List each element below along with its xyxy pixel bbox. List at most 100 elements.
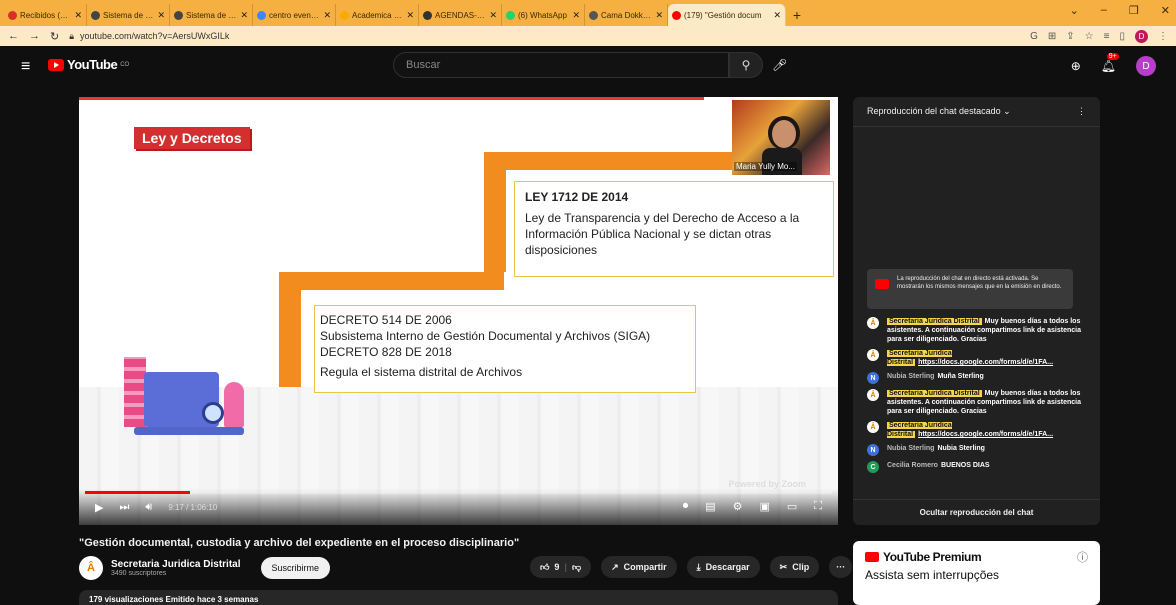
microphone-icon[interactable]: 🎤︎ (772, 58, 787, 72)
player-controls: Powered by Zoom ▶ ⏭︎ 🔊︎ 9:17 / 1:06:10 ⏺… (79, 479, 838, 525)
install-icon[interactable]: ⊞ (1048, 31, 1056, 42)
chat-author: Secretaria Juridica Distrital (887, 318, 982, 325)
volume-icon[interactable]: 🔊︎ (145, 501, 152, 514)
window-controls: ⌄ – ❐ ✕ (1070, 4, 1170, 17)
reading-list-icon[interactable]: ≡ (1104, 31, 1110, 42)
browser-tab[interactable]: Sistema de Gestión D✕ (87, 4, 170, 26)
chevron-down-icon[interactable]: ⌄ (1070, 4, 1079, 17)
miniplayer-icon[interactable]: ▣ (759, 500, 769, 513)
bookmark-star-icon[interactable]: ☆ (1085, 31, 1094, 42)
clip-button[interactable]: ✂︎ Clip (769, 556, 820, 578)
kebab-menu-icon[interactable]: ⋮ (1158, 31, 1168, 42)
chat-message: C Cecilia Romero BUENOS DIAS (867, 461, 1087, 473)
share-label: Compartir (623, 562, 667, 572)
user-avatar[interactable]: D (1136, 56, 1156, 76)
chat-message: Â Secretaria Juridica Distrital https://do… (867, 349, 1087, 367)
forward-icon[interactable]: → (29, 30, 40, 42)
fullscreen-icon[interactable]: ⛶ (814, 500, 822, 513)
hamburger-menu-icon[interactable]: ≡ (21, 58, 30, 76)
share-icon[interactable]: ⇪ (1066, 31, 1074, 42)
hide-chat-button[interactable]: Ocultar reproducción del chat (853, 499, 1100, 525)
search-input[interactable]: Buscar (393, 52, 729, 78)
video-player[interactable]: Ley y Decretos LEY 1712 DE 2014 Ley de T… (79, 97, 838, 525)
progress-bar[interactable] (85, 491, 832, 494)
chat-text: Nubia Sterling (937, 445, 985, 452)
reload-icon[interactable]: ↻ (50, 30, 59, 43)
theater-mode-icon[interactable]: ▭ (787, 500, 797, 513)
dislike-icon[interactable]: 👎︎ (572, 562, 581, 573)
like-icon[interactable]: 👍︎ (540, 562, 549, 573)
chat-notice: La reproducción del chat en directo está… (867, 269, 1073, 309)
live-chat-replay: Reproducción del chat destacado ⌄ ⋮ La r… (853, 97, 1100, 525)
chat-menu-icon[interactable]: ⋮ (1077, 106, 1086, 117)
chat-messages: Â Secretaria Juridica Distrital Muy buenos… (867, 317, 1087, 478)
chat-link[interactable]: https://docs.google.com/forms/d/e/1FA... (918, 359, 1053, 366)
tab-label: (6) WhatsApp (518, 10, 567, 20)
play-icon[interactable]: ▶ (95, 501, 103, 514)
notifications-bell-icon[interactable]: 🔔︎ 9+ (1101, 53, 1119, 73)
subscriber-count: 3490 suscriptores (111, 570, 167, 577)
time-display: 9:17 / 1:06:10 (168, 503, 218, 512)
share-button[interactable]: ↗ Compartir (601, 556, 677, 578)
illustration-plant (224, 382, 244, 427)
back-icon[interactable]: ← (8, 30, 19, 42)
browser-tab[interactable]: Cama Dokka Acento✕ (585, 4, 668, 26)
illustration-desk (134, 427, 244, 435)
decree-line: Subsistema Interno de Gestión Documental… (320, 329, 651, 343)
tab-label: Sistema de Gestión D (103, 10, 154, 20)
browser-tab[interactable]: (6) WhatsApp ✕ (502, 4, 585, 26)
autoplay-toggle[interactable]: ⏺︎ (683, 500, 689, 513)
next-icon[interactable]: ⏭︎ (119, 501, 129, 514)
lock-icon: 🔒︎ (69, 30, 75, 41)
subtitles-icon[interactable]: ▤ (705, 500, 715, 513)
archive-illustration (124, 352, 264, 462)
share-arrow-icon: ↗ (611, 561, 619, 572)
settings-gear-icon[interactable]: ⚙︎ (733, 500, 743, 513)
info-icon[interactable]: ⓘ (1077, 549, 1088, 565)
youtube-logo[interactable]: YouTube CO (48, 57, 129, 72)
google-icon[interactable]: G (1030, 31, 1038, 42)
browser-tab[interactable]: centro eventos valle d✕ (253, 4, 336, 26)
create-video-icon[interactable]: ⊕ (1071, 59, 1081, 73)
chat-mode-dropdown[interactable]: Reproducción del chat destacado ⌄ (867, 106, 1011, 117)
browser-tab[interactable]: (179) "Gestión docum ✕ (668, 4, 786, 26)
chat-message: Â Secretaria Juridica Distrital Muy buenos… (867, 389, 1087, 416)
chat-link[interactable]: https://docs.google.com/forms/d/e/1FA... (918, 431, 1053, 438)
tab-close-icon[interactable]: ✕ (489, 10, 497, 21)
tab-close-icon[interactable]: ✕ (572, 10, 580, 21)
scissors-icon: ✂︎ (779, 561, 788, 572)
tab-close-icon[interactable]: ✕ (323, 10, 331, 21)
description-box[interactable]: 179 visualizaciones Emitido hace 3 seman… (79, 590, 838, 605)
channel-avatar[interactable]: Â (79, 556, 103, 580)
download-button[interactable]: ⤓ Descargar (686, 556, 760, 578)
more-actions-button[interactable]: ··· (829, 556, 853, 578)
tab-close-icon[interactable]: ✕ (240, 10, 248, 21)
tab-close-icon[interactable]: ✕ (157, 10, 165, 21)
browser-tab[interactable]: Sistema de Gestión D✕ (170, 4, 253, 26)
chat-avatar: Â (867, 349, 879, 361)
speaker-camera: Maria Yully Mo... (732, 100, 830, 175)
browser-tab-bar: Recibidos (1157) - dyc✕Sistema de Gestió… (0, 0, 1176, 26)
tab-favicon-icon (8, 10, 17, 20)
search-button[interactable]: ⚲ (729, 52, 763, 78)
new-tab-button[interactable]: + (786, 4, 808, 26)
tab-label: Academica | Cannabi (352, 10, 404, 20)
url-field[interactable]: 🔒︎ youtube.com/watch?v=AersUWxGILk (69, 31, 229, 42)
tab-close-icon[interactable]: ✕ (406, 10, 414, 21)
channel-name[interactable]: Secretaria Juridica Distrital (111, 559, 241, 570)
tab-close-icon[interactable]: ✕ (74, 10, 82, 21)
subscribe-button[interactable]: Suscribirme (260, 557, 331, 579)
browser-tab[interactable]: AGENDAS-HORIZONT✕ (419, 4, 502, 26)
close-icon[interactable]: ✕ (1161, 4, 1170, 17)
tab-close-icon[interactable]: ✕ (655, 10, 663, 21)
tab-close-icon[interactable]: ✕ (773, 10, 781, 21)
chevron-down-icon: ⌄ (1003, 106, 1011, 116)
chat-avatar: Â (867, 421, 879, 433)
browser-tab[interactable]: Recibidos (1157) - dyc✕ (4, 4, 87, 26)
profile-avatar[interactable]: D (1135, 29, 1148, 43)
minimize-icon[interactable]: – (1101, 4, 1107, 17)
browser-tab[interactable]: Academica | Cannabi✕ (336, 4, 419, 26)
slide-header: Ley y Decretos (134, 127, 250, 149)
restore-icon[interactable]: ❐ (1129, 4, 1139, 17)
sidepanel-icon[interactable]: ▯ (1119, 31, 1125, 42)
